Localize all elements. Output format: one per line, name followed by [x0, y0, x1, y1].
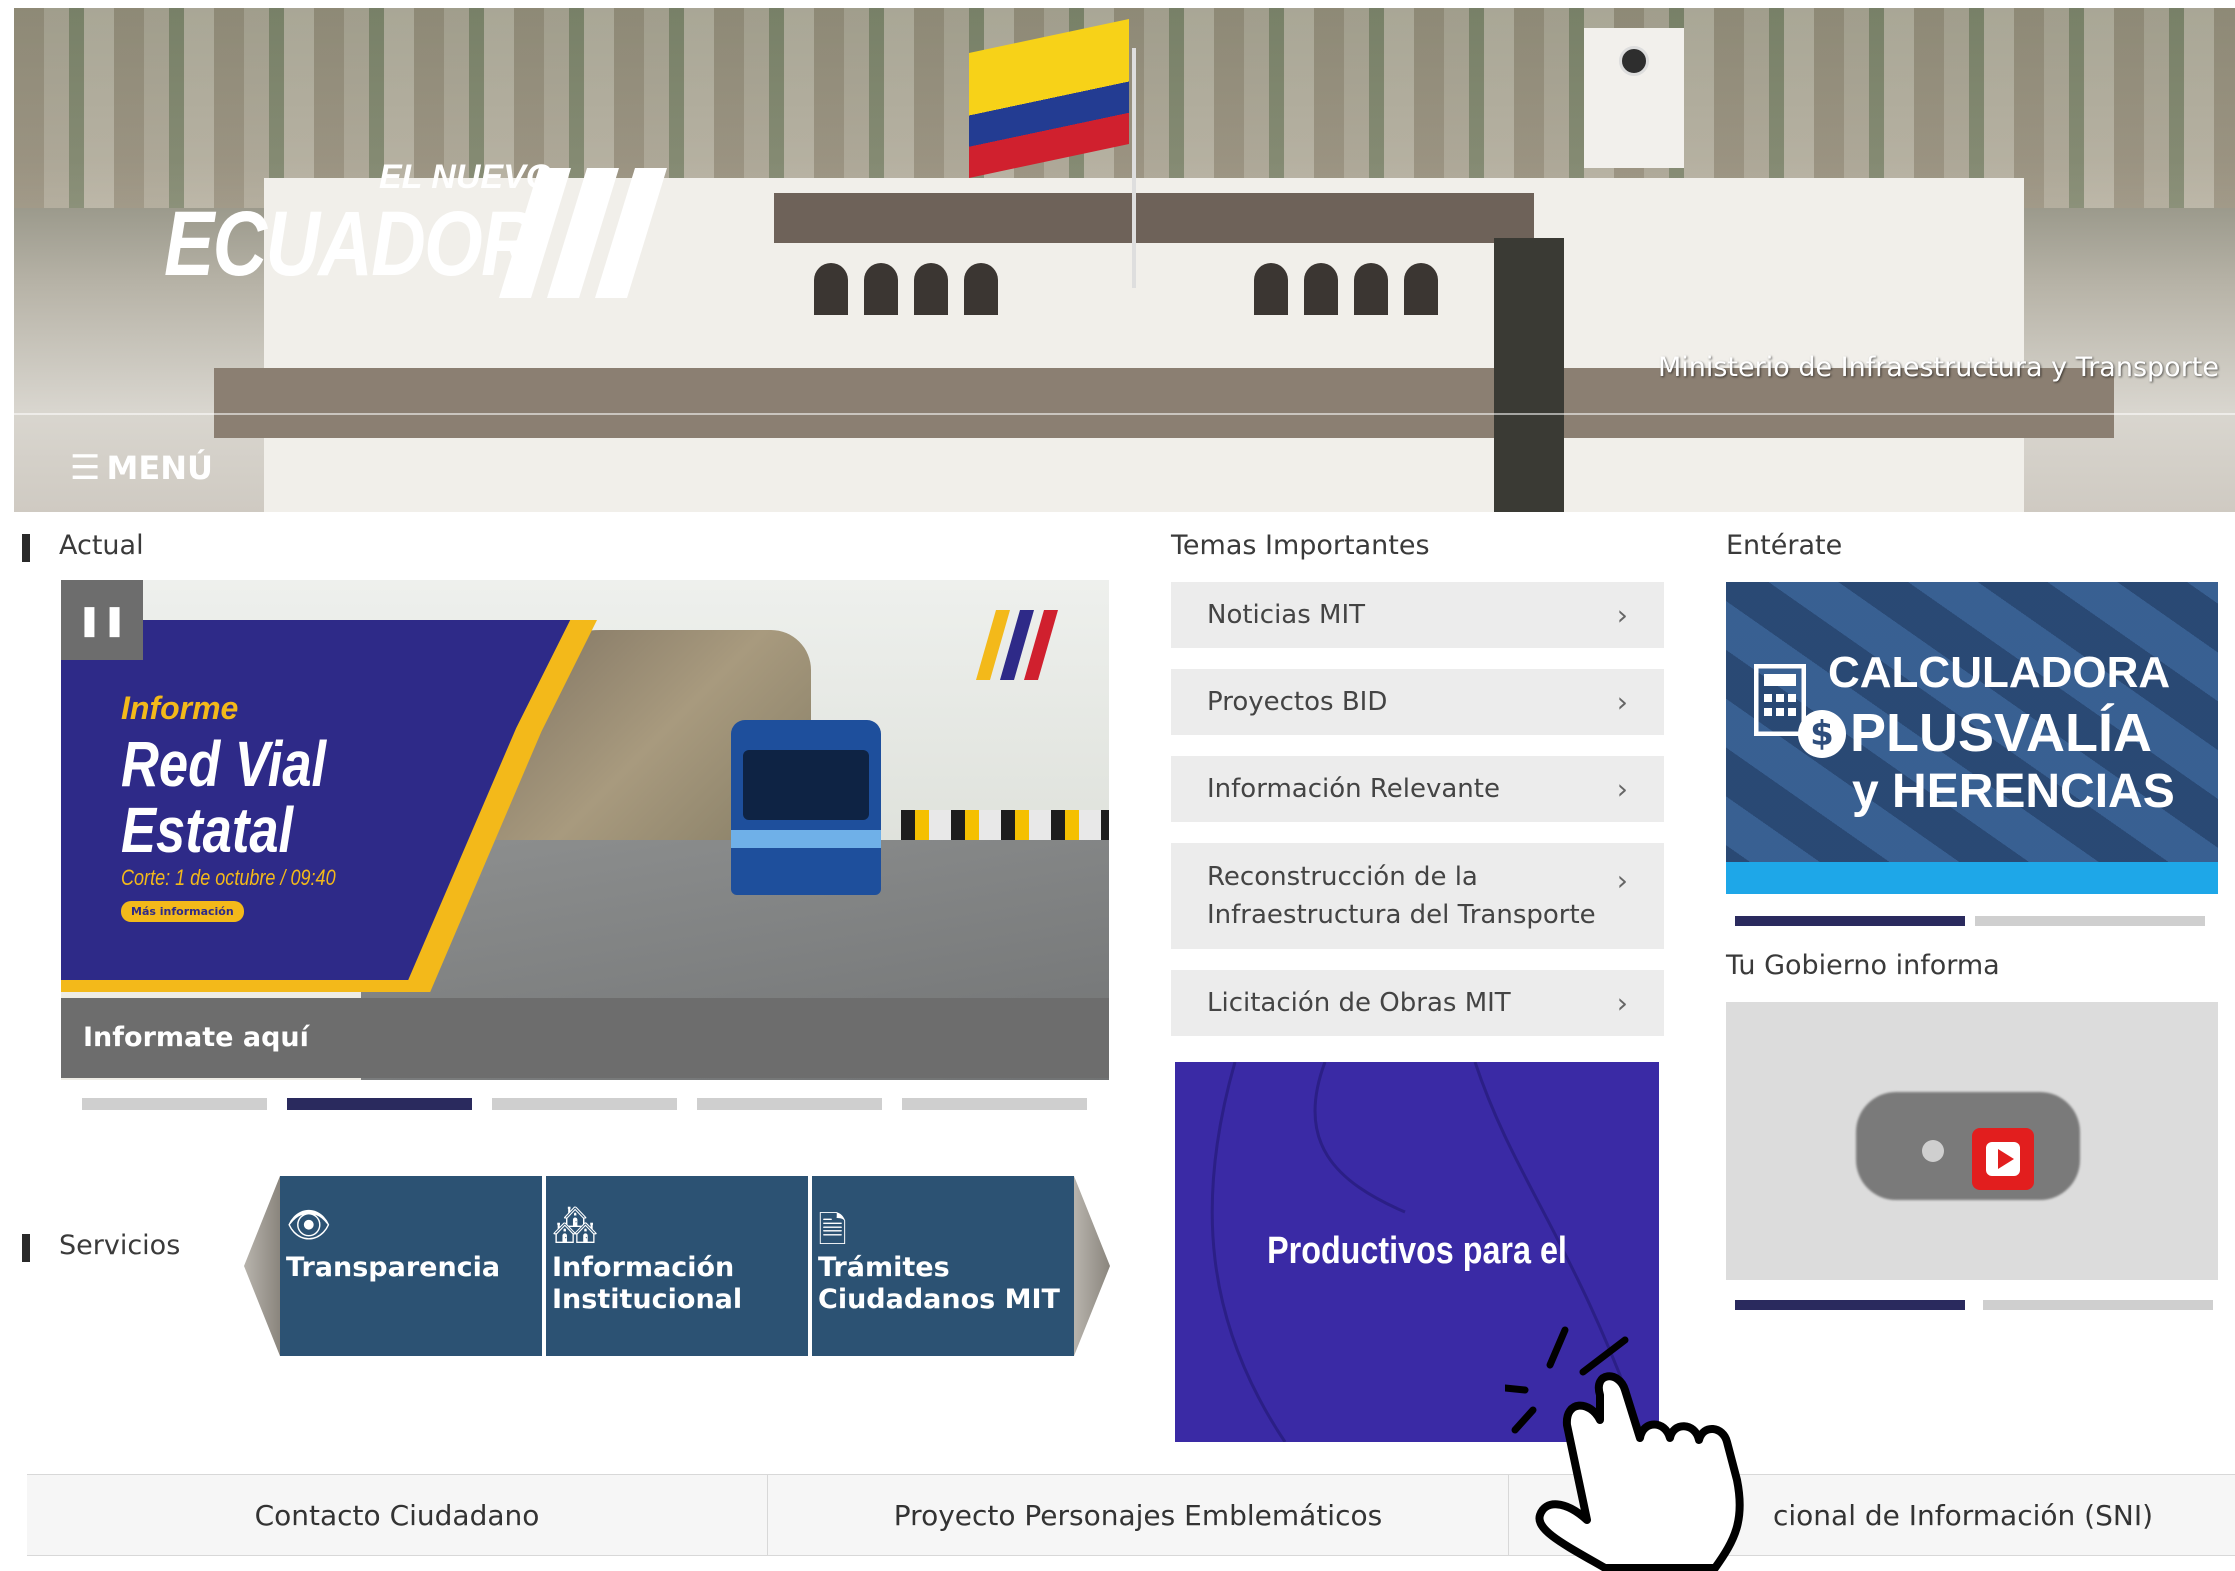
- loading-dot: [1922, 1140, 1944, 1162]
- menu-label: MENÚ: [106, 449, 213, 487]
- service-label: Transparencia: [286, 1252, 501, 1283]
- tema-noticias-mit[interactable]: Noticias MIT ›: [1171, 582, 1664, 648]
- pause-icon: ❚❚: [76, 602, 128, 638]
- slide-caption[interactable]: Informate aquí: [61, 998, 1109, 1078]
- menu-button[interactable]: ☰ MENÚ: [70, 448, 213, 488]
- video-player[interactable]: [1726, 1002, 2218, 1280]
- services-prev-arrow[interactable]: [244, 1176, 280, 1356]
- window: [964, 263, 998, 315]
- tema-label: Información Relevante: [1207, 774, 1500, 804]
- promo-text: Productivos para el: [1267, 1230, 1567, 1272]
- window: [864, 263, 898, 315]
- carousel-dot[interactable]: [697, 1098, 882, 1110]
- service-label: Ciudadanos MIT: [818, 1284, 1060, 1315]
- carousel-dot-active[interactable]: [1735, 916, 1965, 926]
- hamburger-icon: ☰: [70, 448, 101, 488]
- chevron-right-icon: ›: [1616, 864, 1628, 898]
- carousel-dot-active[interactable]: [1735, 1300, 1965, 1310]
- carousel-dot[interactable]: [82, 1098, 267, 1110]
- servicios-title: Servicios: [59, 1230, 181, 1261]
- pause-button[interactable]: ❚❚: [61, 580, 143, 660]
- window: [914, 263, 948, 315]
- tema-label: Licitación de Obras MIT: [1207, 988, 1511, 1018]
- window: [814, 263, 848, 315]
- hand-pointer-icon: [1505, 1326, 1744, 1571]
- tema-label: Reconstrucción de la: [1207, 862, 1478, 892]
- carousel-dots: [82, 1098, 1088, 1110]
- footer-links: Contacto Ciudadano Proyecto Personajes E…: [27, 1474, 2235, 1556]
- chevron-right-icon: ›: [1616, 986, 1628, 1020]
- logo-stripes-icon: [499, 168, 667, 298]
- youtube-play-icon[interactable]: [1972, 1128, 2034, 1190]
- calc-title-2: PLUSVALÍA: [1850, 703, 2153, 763]
- calculadora-plusvalia-banner[interactable]: CALCULADORA $ PLUSVALÍA y HERENCIAS: [1726, 582, 2218, 894]
- calc-title-1: CALCULADORA: [1828, 648, 2171, 697]
- footer-personajes-emblematicos[interactable]: Proyecto Personajes Emblemáticos: [768, 1475, 1509, 1555]
- brand-stripes-icon: [976, 610, 1058, 680]
- palace-roof: [774, 193, 1534, 243]
- tema-reconstruccion[interactable]: Reconstrucción de la Infraestructura del…: [1171, 843, 1664, 949]
- eye-icon: 👁: [286, 1205, 332, 1246]
- footer-contacto-ciudadano[interactable]: Contacto Ciudadano: [27, 1475, 768, 1555]
- carousel-dot[interactable]: [1983, 1300, 2213, 1310]
- window: [1404, 263, 1438, 315]
- news-carousel[interactable]: Informe Red Vial Estatal Corte: 1 de oct…: [61, 580, 1109, 1080]
- window: [1254, 263, 1288, 315]
- chevron-right-icon: ›: [1616, 598, 1628, 632]
- el-nuevo-ecuador-logo[interactable]: EL NUEVO ECUADOR: [164, 158, 667, 298]
- calculator-icon: [1754, 664, 1806, 736]
- window: [1354, 263, 1388, 315]
- tema-label: Proyectos BID: [1207, 687, 1388, 717]
- ministry-name: Ministerio de Infraestructura y Transpor…: [1657, 352, 2219, 383]
- tema-licitacion-obras[interactable]: Licitación de Obras MIT ›: [1171, 970, 1664, 1036]
- temas-title: Temas Importantes: [1171, 530, 1430, 561]
- services-next-arrow[interactable]: [1074, 1176, 1110, 1356]
- document-icon: 🗎: [818, 1210, 847, 1251]
- chevron-right-icon: ›: [1616, 772, 1628, 806]
- flagpole: [1132, 48, 1136, 288]
- carousel-dot[interactable]: [492, 1098, 677, 1110]
- section-marker: [22, 1234, 30, 1262]
- services-carousel: 👁 Transparencia 🏘 Información Institucio…: [244, 1176, 1110, 1356]
- carousel-dot-active[interactable]: [287, 1098, 472, 1110]
- statue: [1494, 238, 1564, 512]
- buildings-icon: 🏘: [552, 1205, 598, 1246]
- slide-bus: [731, 720, 881, 895]
- tema-informacion-relevante[interactable]: Información Relevante ›: [1171, 756, 1664, 822]
- slide-headline-2: Estatal: [121, 794, 294, 866]
- carousel-dot[interactable]: [902, 1098, 1087, 1110]
- chevron-right-icon: ›: [1616, 685, 1628, 719]
- enterate-dots: [1735, 916, 2205, 926]
- service-label: Trámites: [818, 1252, 950, 1283]
- service-informacion-institucional[interactable]: 🏘 Información Institucional: [546, 1176, 808, 1356]
- tema-label: Infraestructura del Transporte: [1207, 900, 1596, 930]
- calc-footer-bar: [1726, 862, 2218, 894]
- gobierno-dots: [1735, 1300, 2213, 1310]
- mas-info-button[interactable]: Más información: [121, 901, 244, 922]
- service-tramites[interactable]: 🗎 Trámites Ciudadanos MIT: [812, 1176, 1074, 1356]
- header-divider: [14, 413, 2235, 415]
- service-label: Institucional: [552, 1284, 743, 1315]
- slide-corte: Corte: 1 de octubre / 09:40: [121, 865, 336, 890]
- tema-label: Noticias MIT: [1207, 600, 1366, 630]
- actual-title: Actual: [59, 530, 144, 561]
- enterate-title: Entérate: [1726, 530, 1843, 561]
- video-thumbnail: [1856, 1092, 2080, 1200]
- dollar-icon: $: [1798, 710, 1846, 758]
- tema-proyectos-bid[interactable]: Proyectos BID ›: [1171, 669, 1664, 735]
- clock-icon: [1619, 46, 1649, 76]
- slide-informe: Informe: [121, 690, 239, 726]
- service-transparencia[interactable]: 👁 Transparencia: [280, 1176, 542, 1356]
- logo-big-text: ECUADOR: [164, 193, 536, 295]
- slide-text: Informe Red Vial Estatal Corte: 1 de oct…: [121, 690, 383, 922]
- gobierno-title: Tu Gobierno informa: [1726, 950, 2000, 981]
- slide-headline-1: Red Vial: [121, 728, 327, 800]
- carousel-dot[interactable]: [1975, 916, 2205, 926]
- calc-title-3: y HERENCIAS: [1852, 765, 2175, 818]
- header-banner: EL NUEVO ECUADOR Ministerio de Infraestr…: [14, 8, 2235, 512]
- slide-guardrail: [901, 810, 1109, 840]
- service-label: Información: [552, 1252, 735, 1283]
- window: [1304, 263, 1338, 315]
- section-marker: [22, 534, 30, 562]
